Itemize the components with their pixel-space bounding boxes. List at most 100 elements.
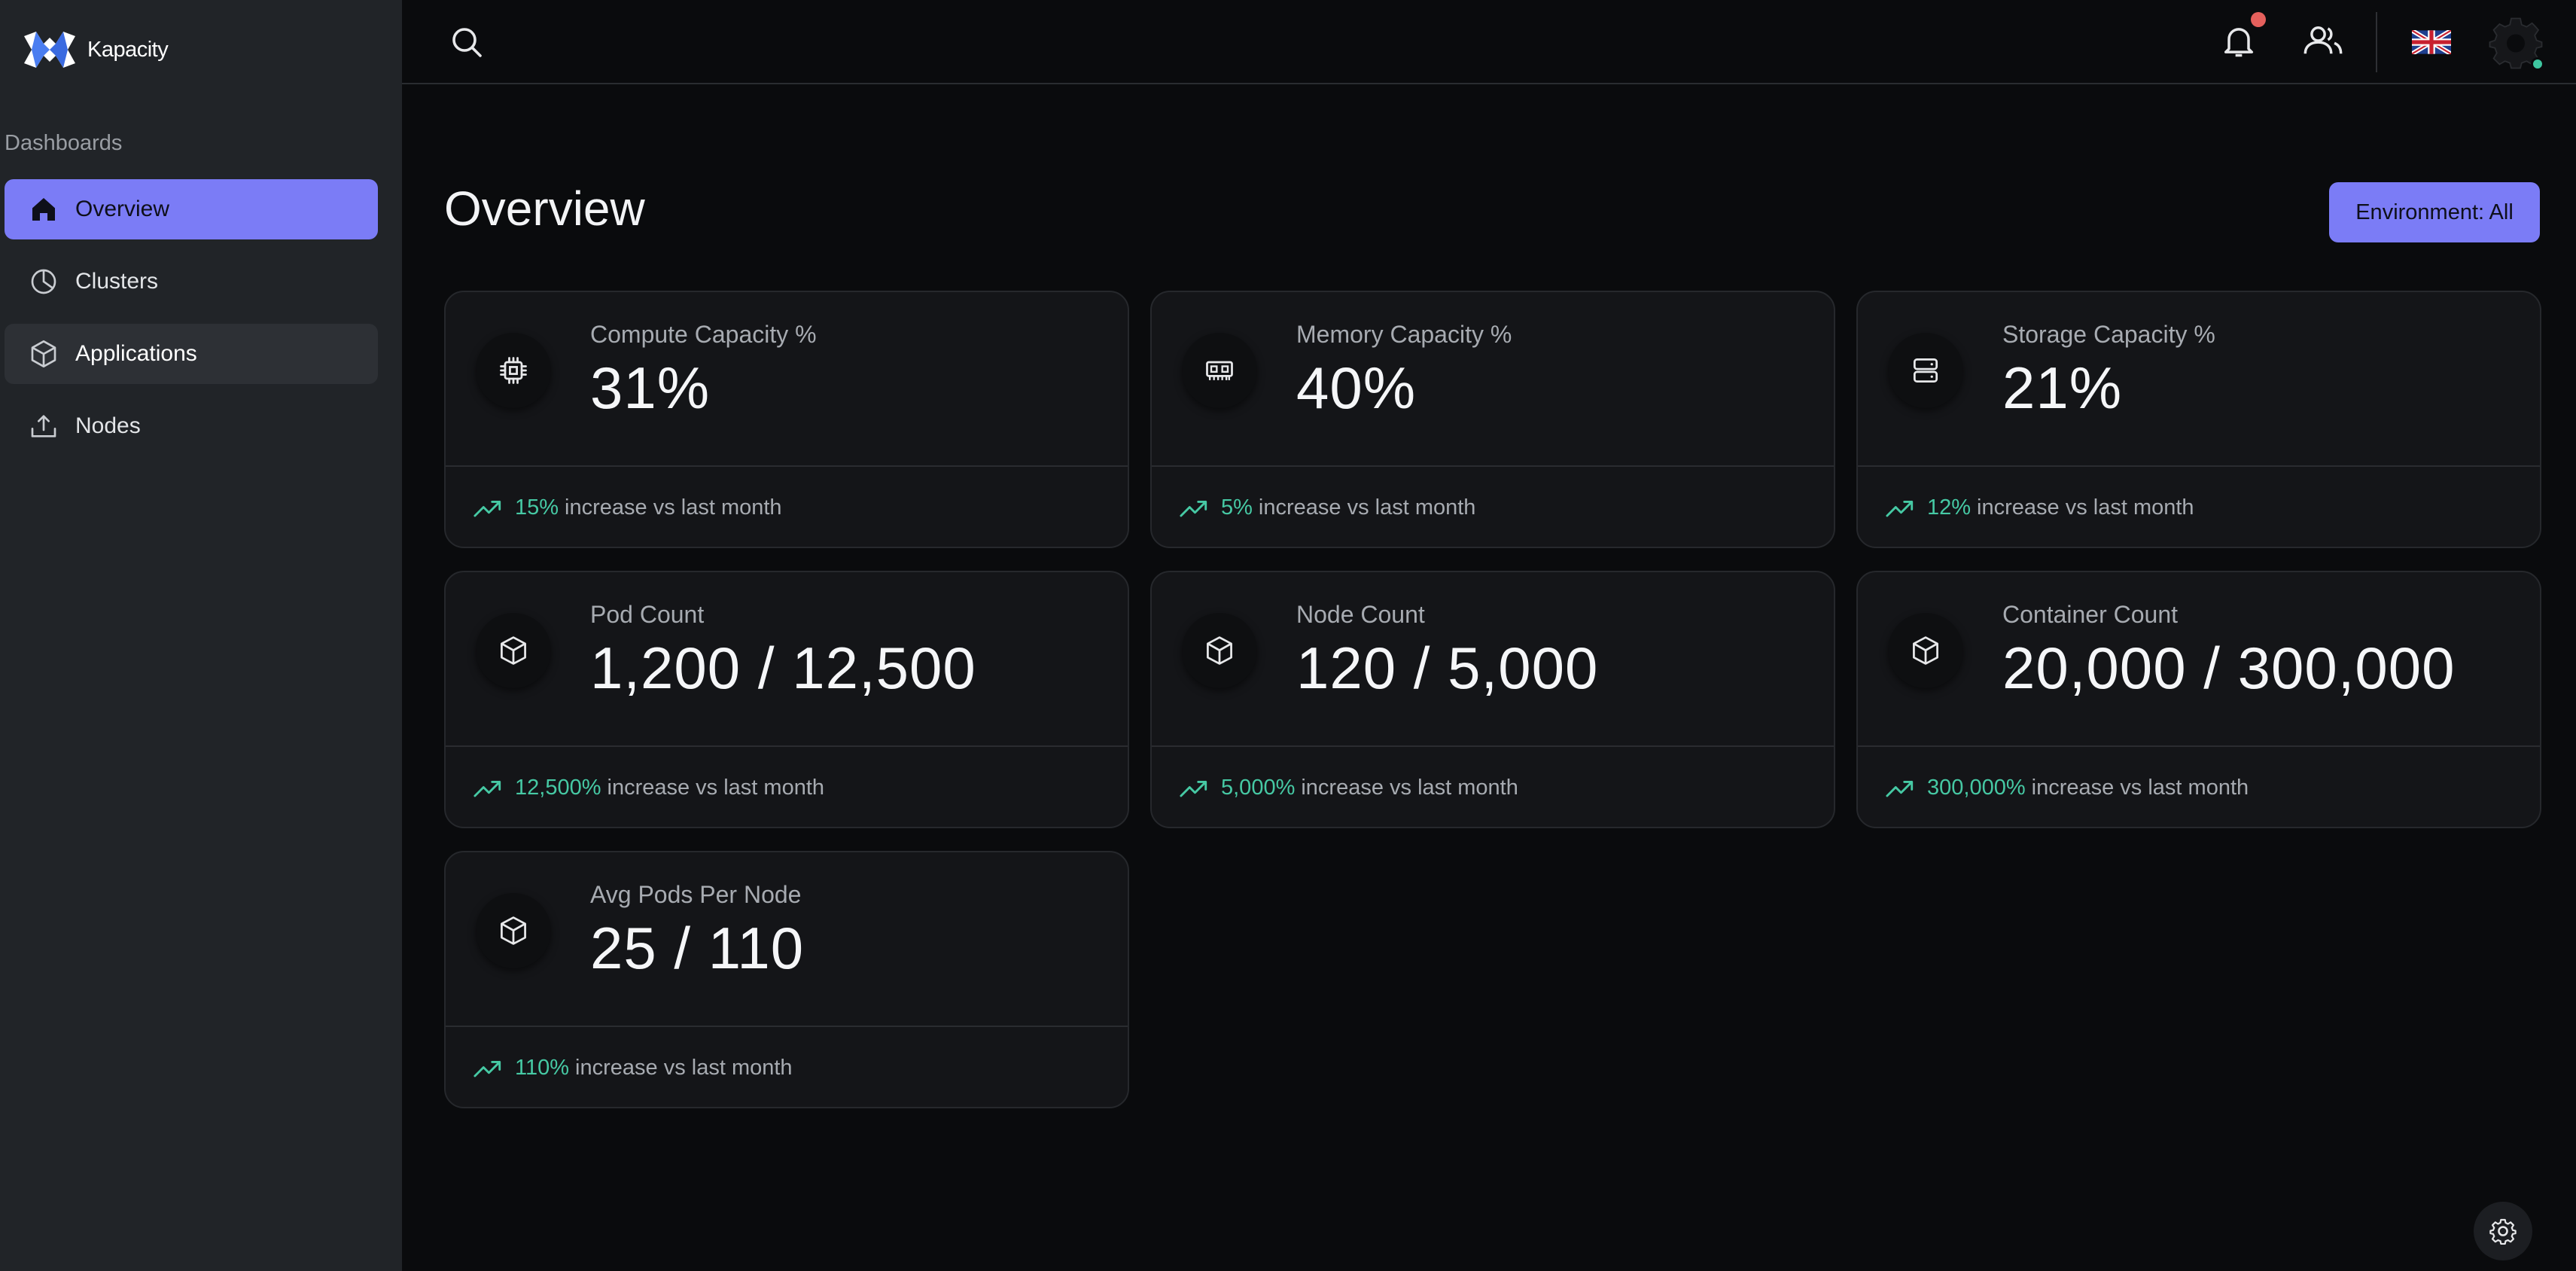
card-value: 25 / 110 [590,915,805,981]
sidebar-item-label: Overview [75,197,170,221]
trending-up-icon [473,1060,501,1077]
card-change-percent: 300,000% [1927,776,2026,800]
sidebar-item-clusters[interactable]: Clusters [5,251,378,312]
sidebar-item-nodes[interactable]: Nodes [5,396,378,456]
memory-icon [1206,361,1233,380]
card-divider [1858,465,2540,467]
sidebar-item-applications[interactable]: Applications [5,324,378,384]
stat-card-compute: Compute Capacity % 31% 15% increase vs l… [444,291,1129,548]
trending-up-icon [473,780,501,797]
card-icon [1182,613,1257,688]
card-value: 21% [2002,355,2123,421]
sidebar-nav: Overview Clusters Applications Nodes [5,179,378,468]
card-value: 31% [590,355,711,421]
sidebar-item-label: Clusters [75,269,159,294]
card-change-suffix: increase vs last month [607,776,825,800]
card-footer: 5,000% increase vs last month [1179,776,1518,800]
trending-up-icon [1886,500,1914,517]
card-footer: 15% increase vs last month [473,495,782,520]
cube-icon [501,916,526,945]
notification-badge [2251,12,2266,27]
card-divider [446,465,1128,467]
pie-chart-icon [31,269,56,294]
sidebar-item-label: Applications [75,341,197,366]
card-change-percent: 110% [515,1056,570,1080]
card-change-percent: 12,500% [515,776,601,800]
card-icon [1888,333,1963,408]
cube-icon [1913,636,1938,665]
card-change-percent: 12% [1927,495,1972,520]
card-footer: 5% increase vs last month [1179,495,1475,520]
topbar [402,0,2576,84]
card-label: Node Count [1296,601,1425,628]
card-label: Container Count [2002,601,2179,628]
brand-logo[interactable]: Kapacity [20,29,169,71]
card-change-percent: 5,000% [1221,776,1296,800]
search-icon[interactable] [449,24,485,60]
card-icon [1888,613,1963,688]
sidebar: Kapacity Dashboards Overview Clusters Ap… [0,0,402,1271]
stat-card-avg-pods-per-node: Avg Pods Per Node 25 / 110 110% increase… [444,851,1129,1108]
card-footer: 110% increase vs last month [473,1056,793,1081]
upload-icon [31,415,56,437]
card-icon [476,893,551,968]
stat-card-pod-count: Pod Count 1,200 / 12,500 12,500% increas… [444,571,1129,828]
card-footer: 300,000% increase vs last month [1885,776,2249,800]
settings-cog-icon [2489,1218,2517,1245]
card-divider [1152,745,1834,747]
app-root: Kapacity Dashboards Overview Clusters Ap… [0,0,2576,1271]
stat-card-memory: Memory Capacity % 40% 5% increase vs las… [1150,291,1835,548]
server-storage-icon [1913,358,1938,383]
card-value: 40% [1296,355,1417,421]
card-value: 1,200 / 12,500 [590,635,976,701]
trending-up-icon [1886,780,1914,797]
stat-card-storage: Storage Capacity % 21% 12% increase vs l… [1856,291,2541,548]
card-divider [1858,745,2540,747]
card-divider [446,1026,1128,1027]
stat-card-node-count: Node Count 120 / 5,000 5,000% increase v… [1150,571,1835,828]
card-label: Compute Capacity % [590,321,817,348]
card-label: Pod Count [590,601,705,628]
users-icon[interactable] [2302,21,2344,60]
uk-flag-icon[interactable] [2412,30,2451,54]
card-label: Avg Pods Per Node [590,881,802,908]
card-change-suffix: increase vs last month [1977,495,2194,520]
cpu-chip-icon [500,357,527,384]
card-change-percent: 5% [1221,495,1253,520]
card-change-suffix: increase vs last month [575,1056,793,1080]
card-icon [476,613,551,688]
floating-settings-button[interactable] [2474,1202,2532,1260]
card-change-suffix: increase vs last month [1258,495,1476,520]
trending-up-icon [473,500,501,517]
brand-name: Kapacity [87,37,169,62]
card-divider [446,745,1128,747]
online-status-dot [2531,57,2544,71]
card-change-suffix: increase vs last month [1301,776,1518,800]
card-footer: 12% increase vs last month [1885,495,2194,520]
card-label: Memory Capacity % [1296,321,1512,348]
home-icon [32,198,55,221]
stat-card-container-count: Container Count 20,000 / 300,000 300,000… [1856,571,2541,828]
card-icon [1182,333,1257,408]
cube-icon [31,340,56,367]
page-title: Overview [444,181,645,236]
trending-up-icon [1180,780,1207,797]
card-change-suffix: increase vs last month [2031,776,2249,800]
cube-icon [501,636,526,665]
topbar-divider [2376,12,2377,72]
sidebar-item-label: Nodes [75,413,141,438]
bell-icon[interactable] [2219,21,2258,60]
card-label: Storage Capacity % [2002,321,2215,348]
cube-icon [1207,636,1232,665]
card-value: 20,000 / 300,000 [2002,635,2456,701]
card-divider [1152,465,1834,467]
card-change-percent: 15% [515,495,559,520]
environment-filter-button[interactable]: Environment: All [2329,182,2540,242]
sidebar-section-label: Dashboards [5,131,123,155]
card-footer: 12,500% increase vs last month [473,776,824,800]
card-icon [476,333,551,408]
card-change-suffix: increase vs last month [565,495,782,520]
sidebar-item-overview[interactable]: Overview [5,179,378,239]
card-value: 120 / 5,000 [1296,635,1599,701]
kapacity-logo-icon [24,32,75,68]
